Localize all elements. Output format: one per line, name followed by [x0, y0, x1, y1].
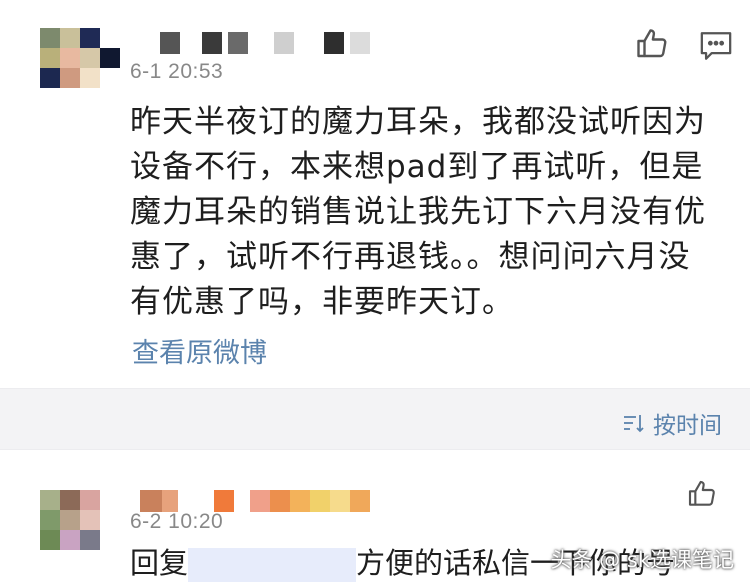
- sort-label: 按时间: [653, 413, 722, 439]
- like-button[interactable]: [632, 24, 672, 64]
- comment-time: 6-1 20:53: [130, 60, 224, 83]
- comment-text: 昨天半夜订的魔力耳朵，我都没试听因为设备不行，本来想pad到了再试听，但是魔力耳…: [130, 104, 706, 320]
- username[interactable]: [140, 490, 370, 512]
- thumbs-up-icon: [688, 480, 715, 506]
- reply-prefix: 回复: [130, 546, 189, 580]
- comment-time: 6-2 10:20: [130, 510, 224, 533]
- comment-card: 6-1 20:53 昨天半夜订的魔力耳朵，我都没试听因为设备不行，本来想pad到…: [0, 0, 750, 388]
- username[interactable]: [160, 32, 370, 54]
- avatar[interactable]: [40, 28, 120, 88]
- reply-button[interactable]: [696, 26, 736, 66]
- sort-by-time-button[interactable]: 按时间: [621, 406, 722, 440]
- thumbs-up-icon: [637, 29, 667, 58]
- sort-icon: [624, 415, 644, 433]
- avatar[interactable]: [40, 490, 120, 550]
- view-original-link[interactable]: 查看原微博: [132, 331, 267, 370]
- mention-blur[interactable]: [188, 548, 357, 582]
- watermark: 头条 @ sk选课笔记: [550, 548, 734, 572]
- like-button[interactable]: [682, 474, 722, 514]
- comment-icon: [700, 32, 732, 60]
